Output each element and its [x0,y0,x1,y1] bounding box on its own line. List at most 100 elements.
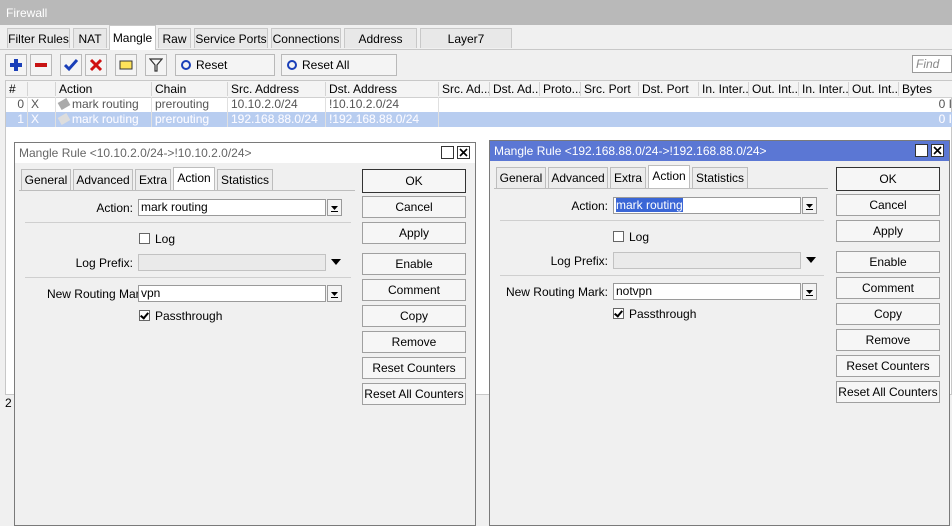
copy-button[interactable]: Copy [362,305,466,327]
tab-mangle[interactable]: Mangle [109,25,156,50]
col-dst-port[interactable]: Dst. Port [639,82,699,96]
tab-raw[interactable]: Raw [158,28,191,48]
col-dst-address[interactable]: Dst. Address [326,82,439,96]
col-bytes[interactable]: Bytes [899,82,952,96]
tab-extra[interactable]: Extra [610,167,646,188]
routing-mark-input[interactable]: vpn [138,285,326,302]
comment-button[interactable]: Comment [836,277,940,299]
col-protocol[interactable]: Proto... [540,82,581,96]
log-checkbox[interactable] [613,231,624,242]
action-select[interactable]: mark routing [138,199,326,216]
tab-layer7-protocols[interactable]: Layer7 Protocols [420,28,512,66]
tab-action[interactable]: Action [173,167,215,191]
tag-icon [57,98,71,110]
col-num[interactable]: # [6,82,28,96]
log-label: Log [629,230,650,244]
action-dropdown-button[interactable] [327,199,342,216]
comment-button[interactable]: Comment [362,279,466,301]
remove-button[interactable]: Remove [836,329,940,351]
col-src-port[interactable]: Src. Port [581,82,639,96]
enable-button[interactable] [60,54,82,76]
close-icon[interactable] [931,144,944,157]
routing-mark-label: New Routing Mark: [46,287,149,301]
mangle-rule-dialog-2: Mangle Rule <192.168.88.0/24->!192.168.8… [489,140,950,526]
apply-button[interactable]: Apply [362,222,466,244]
log-prefix-input[interactable] [138,254,326,271]
routing-mark-dropdown-button[interactable] [327,285,342,302]
chevron-down-icon[interactable] [330,258,342,266]
tab-general[interactable]: General [496,167,546,188]
divider [500,275,824,276]
close-icon[interactable] [457,146,470,159]
ok-button[interactable]: OK [362,169,466,193]
copy-button[interactable]: Copy [836,303,940,325]
passthrough-checkbox[interactable] [613,308,624,319]
tab-advanced[interactable]: Advanced [73,169,133,190]
col-chain[interactable]: Chain [152,82,228,96]
tab-general[interactable]: General [21,169,71,190]
comment-button[interactable] [115,54,137,76]
tab-action[interactable]: Action [648,165,690,189]
tab-advanced[interactable]: Advanced [548,167,608,188]
col-flag[interactable] [28,82,56,96]
col-src-address-list[interactable]: Src. Ad... [439,82,490,96]
col-in-interface[interactable]: In. Inter... [699,82,749,96]
reset-all-counters-button[interactable]: Reset All Counters [281,54,397,92]
filter-button[interactable] [145,54,167,76]
cell-num: 1 [6,112,28,127]
add-button[interactable] [5,54,27,76]
dialog-title: Mangle Rule <10.10.2.0/24->!10.10.2.0/24… [15,143,475,163]
maximize-icon[interactable] [915,144,928,157]
tab-filter-rules[interactable]: Filter Rules [7,28,70,48]
table-row[interactable]: 0 X mark routing prerouting 10.10.2.0/24… [6,97,952,112]
cancel-button[interactable]: Cancel [362,196,466,218]
chevron-down-icon[interactable] [805,256,817,264]
action-label: Action: [96,201,133,215]
reset-all-counters-button[interactable]: Reset All Counters [836,381,940,403]
col-dst-address-list[interactable]: Dst. Ad... [490,82,540,96]
cancel-button[interactable]: Cancel [836,194,940,216]
log-prefix-label: Log Prefix: [75,256,133,270]
maximize-icon[interactable] [441,146,454,159]
action-dropdown-button[interactable] [802,197,817,214]
table-row-selected[interactable]: 1 X mark routing prerouting 192.168.88.0… [6,112,952,127]
tab-extra[interactable]: Extra [135,169,171,190]
tab-connections[interactable]: Connections [271,28,341,48]
chevron-down-icon [331,292,338,298]
tab-statistics[interactable]: Statistics [217,169,273,190]
enable-button[interactable]: Enable [362,253,466,275]
enable-button[interactable]: Enable [836,251,940,273]
log-prefix-input[interactable] [613,252,801,269]
divider [25,222,351,223]
col-out-interface-list[interactable]: Out. Int... [849,82,899,96]
ok-button[interactable]: OK [836,167,940,191]
cell-flag: X [28,97,56,112]
log-checkbox[interactable] [139,233,150,244]
col-in-interface-list[interactable]: In. Inter... [799,82,849,96]
apply-button[interactable]: Apply [836,220,940,242]
col-src-address[interactable]: Src. Address [228,82,326,96]
x-icon [89,58,103,72]
remove-button[interactable]: Remove [362,331,466,353]
tab-nat[interactable]: NAT [73,28,107,48]
col-action[interactable]: Action [56,82,152,96]
reset-all-counters-button[interactable]: Reset All Counters [362,383,466,405]
find-input[interactable]: Find [912,55,952,73]
tab-address-lists[interactable]: Address Lists [344,28,417,66]
remove-button[interactable] [30,54,52,76]
tab-statistics[interactable]: Statistics [692,167,748,188]
action-select[interactable]: mark routing [613,197,801,214]
log-label: Log [155,232,176,246]
log-prefix-label: Log Prefix: [550,254,608,268]
tab-service-ports[interactable]: Service Ports [194,28,268,48]
reset-counters-button[interactable]: Reset Counters [836,355,940,377]
col-out-interface[interactable]: Out. Int... [749,82,799,96]
routing-mark-input[interactable]: notvpn [613,283,801,300]
reset-counters-button[interactable]: Reset Counters [362,357,466,379]
routing-mark-dropdown-button[interactable] [802,283,817,300]
disable-button[interactable] [85,54,107,76]
cell-flag: X [28,112,56,127]
routing-mark-label: New Routing Mark: [505,285,608,299]
reset-counters-button[interactable]: Reset Counters [175,54,275,92]
passthrough-checkbox[interactable] [139,310,150,321]
